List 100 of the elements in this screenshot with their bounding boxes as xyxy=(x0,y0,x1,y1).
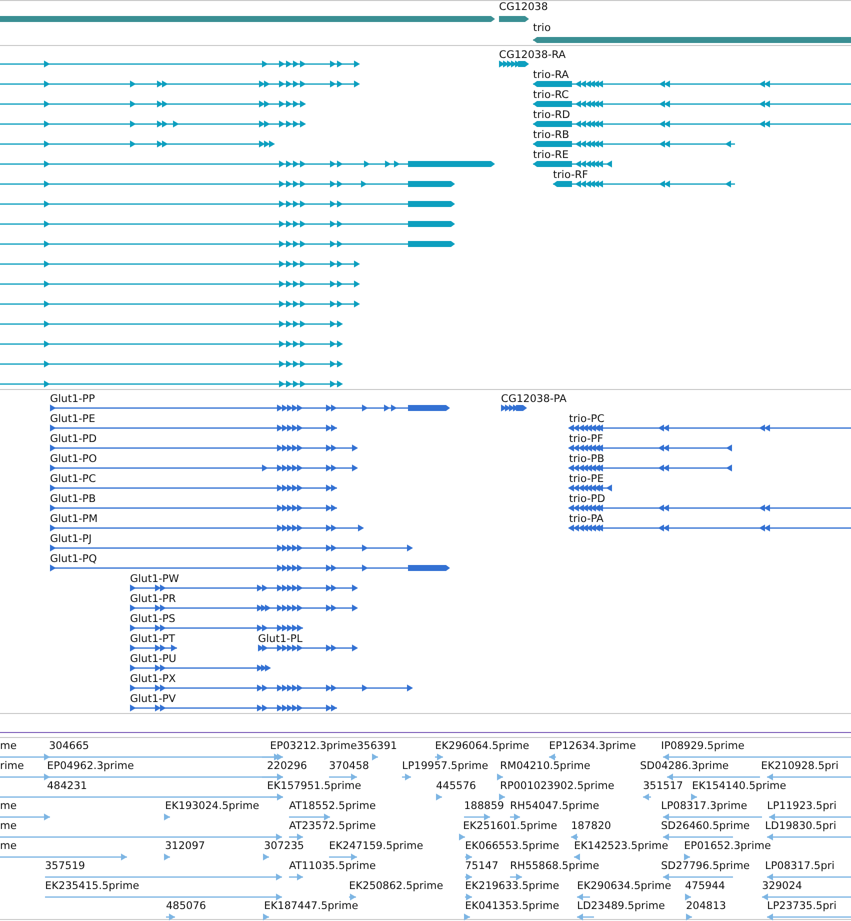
est-label: SD26460.5prime xyxy=(661,820,750,832)
est-label: IP08929.5prime xyxy=(661,740,744,752)
protein-label: Glut1-PP xyxy=(50,393,95,405)
est-label: LD19830.5pri xyxy=(765,820,836,832)
est-label: EK157951.5prime xyxy=(267,780,362,792)
est-label: RM04210.5prime xyxy=(500,760,590,772)
est-label: 304665 xyxy=(49,740,90,752)
est-label: SD27796.5prime xyxy=(661,860,750,872)
est-label: EP01652.3prime xyxy=(684,840,771,852)
est-label: SD04286.3prime xyxy=(640,760,729,772)
protein-label: Glut1-PV xyxy=(130,693,176,705)
est-glyph xyxy=(349,894,356,900)
protein-label: Glut1-PU xyxy=(130,653,176,665)
transcript-label: trio-RA xyxy=(533,69,569,81)
est-label: EK296064.5prime xyxy=(435,740,530,752)
est-glyph xyxy=(577,914,594,920)
est-label: 485076 xyxy=(166,900,206,912)
transcript-glyph xyxy=(499,60,529,68)
protein-label: Glut1-PS xyxy=(130,613,176,625)
est-glyph xyxy=(329,854,357,860)
est-label: 484231 xyxy=(47,780,88,792)
est-glyph xyxy=(402,774,411,780)
transcript-label: trio-RB xyxy=(533,129,570,141)
transcript-label: trio-RD xyxy=(533,109,570,121)
protein-label: Glut1-PR xyxy=(130,593,176,605)
est-label: 307235 xyxy=(264,840,304,852)
est-glyph xyxy=(164,814,170,820)
est-label: 75147 xyxy=(465,860,498,872)
est-label: EP12634.3prime xyxy=(549,740,636,752)
protein-label: Glut1-PD xyxy=(50,433,97,445)
est-glyph xyxy=(465,894,472,900)
est-glyph xyxy=(684,854,690,860)
est-label: 475944 xyxy=(685,880,726,892)
est-glyph xyxy=(574,854,580,860)
est-glyph xyxy=(497,774,503,780)
est-label: EK041353.5prime xyxy=(465,900,560,912)
protein-label: trio-PB xyxy=(569,453,604,465)
est-glyph xyxy=(166,914,175,920)
est-glyph xyxy=(549,754,556,760)
est-label: EP04962.3prime xyxy=(47,760,134,772)
est-label: RH54047.5prime xyxy=(510,800,600,812)
est-glyph xyxy=(686,914,692,920)
protein-label: Glut1-PW xyxy=(130,573,180,585)
protein-glyph xyxy=(568,484,612,492)
protein-label: Glut1-PB xyxy=(50,493,96,505)
est-label: EK210928.5pri xyxy=(761,760,839,772)
est-glyph xyxy=(685,894,691,900)
protein-label: trio-PE xyxy=(569,473,604,485)
est-label: 312097 xyxy=(165,840,206,852)
transcript-label: trio-RC xyxy=(533,89,569,101)
est-label: me xyxy=(0,740,17,752)
est-label: 370458 xyxy=(329,760,370,772)
est-glyph xyxy=(510,874,522,880)
est-glyph xyxy=(435,754,443,760)
protein-label: Glut1-PM xyxy=(50,513,98,525)
est-glyph xyxy=(372,754,378,760)
est-glyph xyxy=(164,854,170,860)
est-glyph xyxy=(643,794,651,800)
est-label: LP08317.5pri xyxy=(765,860,835,872)
est-label: EK251601.5prime xyxy=(463,820,558,832)
est-glyph xyxy=(571,834,578,840)
est-glyph xyxy=(263,854,269,860)
protein-label: CG12038-PA xyxy=(501,393,567,405)
est-label: 356391 xyxy=(357,740,398,752)
est-label: 351517 xyxy=(643,780,684,792)
transcript-label: CG12038-RA xyxy=(499,49,566,61)
protein-glyph xyxy=(130,644,177,652)
est-label: LP19957.5prime xyxy=(402,760,488,772)
est-glyph xyxy=(465,854,472,860)
est-label: EK142523.5prime xyxy=(574,840,668,852)
est-label: LD23489.5prime xyxy=(577,900,665,912)
est-glyph xyxy=(289,874,303,880)
protein-label: Glut1-PQ xyxy=(50,553,97,565)
est-label: 204813 xyxy=(686,900,726,912)
gene-label: trio xyxy=(533,22,551,34)
est-glyph xyxy=(329,774,357,780)
est-glyph xyxy=(663,874,733,880)
est-label: rime xyxy=(0,760,24,772)
est-label: me xyxy=(0,820,17,832)
est-label: me xyxy=(0,840,17,852)
est-label: EK235415.5prime xyxy=(45,880,140,892)
est-label: EK187447.5prime xyxy=(264,900,358,912)
protein-glyph xyxy=(501,404,527,412)
protein-label: Glut1-PO xyxy=(50,453,97,465)
est-label: EP03212.3prime xyxy=(270,740,357,752)
est-label: LP08317.3prime xyxy=(661,800,748,812)
est-label: AT11035.5prime xyxy=(289,860,376,872)
transcript-label: trio-RF xyxy=(553,169,588,181)
est-label: EK247159.5prime xyxy=(329,840,424,852)
est-glyph xyxy=(0,814,50,820)
est-label: EK066553.5prime xyxy=(465,840,560,852)
est-glyph xyxy=(465,874,472,880)
est-glyph xyxy=(691,794,697,800)
protein-label: trio-PF xyxy=(569,433,604,445)
est-label: 220296 xyxy=(267,760,308,772)
est-glyph xyxy=(510,814,520,820)
est-label: me xyxy=(0,800,17,812)
protein-label: trio-PD xyxy=(569,493,606,505)
protein-label: Glut1-PT xyxy=(130,633,176,645)
est-label: 187820 xyxy=(571,820,612,832)
